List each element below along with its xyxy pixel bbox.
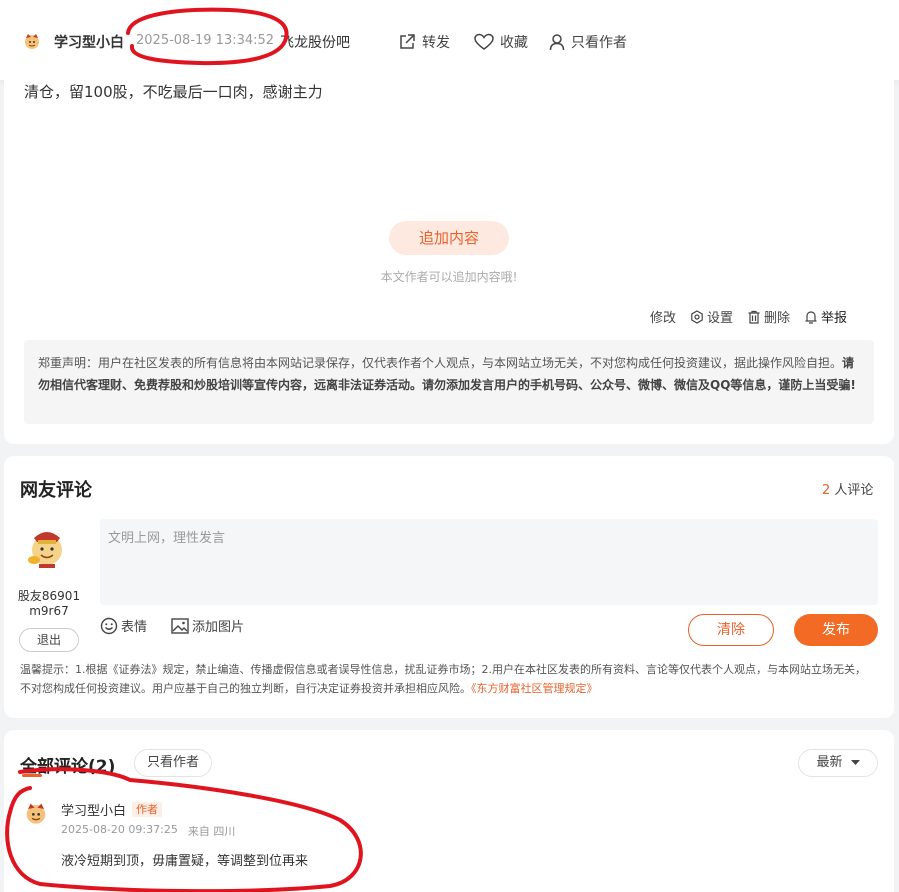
publish-button[interactable]: 发布	[794, 614, 878, 646]
comment-count: 2 人评论	[822, 479, 873, 498]
add-image-button[interactable]: 添加图片	[171, 616, 244, 635]
commenter-name[interactable]: 学习型小白	[61, 800, 126, 819]
smile-icon	[100, 617, 118, 634]
comment-time: 2025-08-20 09:37:25	[61, 823, 178, 836]
posting-tips: 温馨提示：1.根据《证券法》规定，禁止编造、传播虚假信息或者误导性信息，扰乱证券…	[20, 660, 876, 698]
settings-button[interactable]: 设置	[690, 307, 733, 326]
add-content-button[interactable]: 追加内容	[389, 221, 509, 255]
caret-down-icon	[850, 760, 860, 765]
stock-bar-link[interactable]: 飞龙股份吧	[280, 32, 350, 52]
post-card: 清仓，留100股，不吃最后一口肉，感谢主力 追加内容 本文作者可以追加内容哦! …	[4, 80, 894, 444]
emoji-label: 表情	[121, 620, 148, 635]
post-header: 学习型小白 2025-08-19 13:34:52 飞龙股份吧 转发 收藏 只看…	[0, 0, 899, 80]
community-rules-link[interactable]: 《东方财富社区管理规定》	[471, 682, 598, 695]
image-icon	[171, 617, 189, 634]
comment-meta: 2025-08-20 09:37:25 来自 四川	[61, 823, 235, 839]
settings-icon	[691, 309, 703, 324]
alarm-icon	[805, 310, 817, 324]
settings-label: 设置	[707, 311, 734, 326]
comments-section-title: 网友评论	[20, 480, 92, 501]
favorite-label: 收藏	[500, 35, 528, 51]
user-name[interactable]: 股友86901m9r67	[17, 589, 81, 619]
comment-location: 来自 四川	[187, 825, 236, 838]
forward-button[interactable]: 转发	[398, 32, 450, 52]
comment-text: 液冷短期到顶，毋庸置疑，等调整到位再来	[61, 854, 309, 869]
favorite-button[interactable]: 收藏	[474, 32, 528, 52]
author-name[interactable]: 学习型小白	[54, 32, 124, 52]
add-content-hint: 本文作者可以追加内容哦!	[380, 270, 518, 284]
comment-box-card: 网友评论 2 人评论 股友86901m9r67 退出 表情 添加图片	[4, 456, 894, 718]
all-comments-card: 全部评论(2) 只看作者 最新 学习型小白 作者 2025-08-20 09:3…	[4, 730, 894, 892]
clear-button[interactable]: 清除	[688, 614, 774, 646]
post-time: 2025-08-19 13:34:52	[136, 33, 275, 48]
author-avatar[interactable]	[23, 32, 41, 50]
user-icon	[549, 34, 565, 51]
report-label: 举报	[821, 311, 848, 326]
sort-value: 最新	[816, 755, 843, 770]
user-avatar[interactable]	[24, 524, 70, 570]
forward-label: 转发	[422, 35, 450, 51]
trash-icon	[748, 310, 760, 324]
report-button[interactable]: 举报	[804, 307, 847, 326]
disclaimer-text: 郑重声明：用户在社区发表的所有信息将由本网站记录保存，仅代表作者个人观点，与本网…	[38, 356, 843, 370]
comment-input[interactable]	[100, 519, 878, 605]
disclaimer-notice: 郑重声明：用户在社区发表的所有信息将由本网站记录保存，仅代表作者个人观点，与本网…	[24, 340, 874, 424]
share-icon	[400, 34, 415, 49]
sort-select[interactable]: 最新	[798, 749, 878, 777]
commenter-avatar[interactable]	[24, 801, 48, 825]
edit-label: 修改	[650, 311, 677, 326]
post-content: 清仓，留100股，不吃最后一口肉，感谢主力	[24, 83, 323, 101]
comment-header: 学习型小白 作者	[61, 800, 163, 819]
only-author-button[interactable]: 只看作者	[549, 32, 627, 52]
delete-button[interactable]: 删除	[747, 307, 790, 326]
comment-count-suffix: 人评论	[830, 483, 874, 498]
add-image-label: 添加图片	[192, 620, 245, 635]
post-actions: 修改 设置 删除 举报	[650, 307, 847, 326]
logout-button[interactable]: 退出	[19, 628, 79, 652]
heart-icon	[474, 33, 494, 50]
only-author-label: 只看作者	[571, 35, 627, 51]
delete-label: 删除	[764, 311, 791, 326]
emoji-button[interactable]: 表情	[100, 616, 147, 635]
title-underline	[22, 774, 42, 777]
author-badge: 作者	[132, 802, 163, 817]
only-author-filter[interactable]: 只看作者	[134, 749, 212, 777]
tips-text: 温馨提示：1.根据《证券法》规定，禁止编造、传播虚假信息或者误导性信息，扰乱证券…	[20, 663, 866, 695]
edit-button[interactable]: 修改	[650, 307, 676, 326]
